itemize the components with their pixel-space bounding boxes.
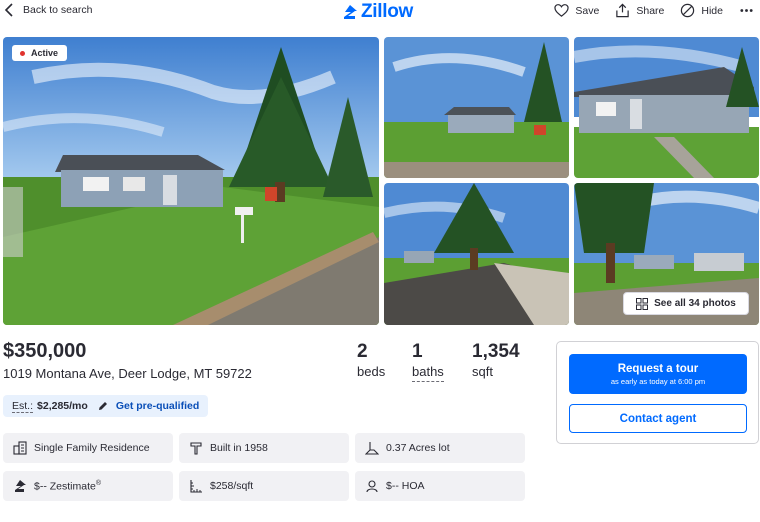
logo-text: Zillow (361, 1, 414, 22)
save-button[interactable]: Save (554, 3, 599, 18)
fact-lot-size-text: 0.37 Acres lot (386, 442, 450, 454)
request-tour-button[interactable]: Request a tour as early as today at 6:00… (569, 354, 747, 394)
fact-lot-size: 0.37 Acres lot (355, 433, 525, 463)
hoa-icon (366, 480, 378, 493)
ruler-icon (190, 480, 202, 493)
hammer-icon (190, 442, 202, 455)
fact-home-type-text: Single Family Residence (34, 442, 150, 454)
fact-year-built: Built in 1958 (179, 433, 349, 463)
house-photo-main (3, 37, 379, 325)
zestimate-value: $-- Zestimate (34, 480, 96, 493)
house-photo-2 (574, 37, 759, 178)
grid-icon (636, 297, 649, 310)
status-badge: Active (12, 45, 68, 61)
fact-home-type: Single Family Residence (3, 433, 173, 463)
sqft-value: 1,354 (472, 341, 520, 362)
registered-mark: ® (95, 479, 102, 487)
baths-label[interactable]: baths (412, 363, 444, 382)
more-button[interactable] (739, 3, 754, 18)
hide-button[interactable]: Hide (680, 3, 723, 18)
sqft-label: sqft (472, 364, 493, 379)
fact-price-per-sqft: $258/sqft (179, 471, 349, 501)
listing-price: $350,000 (3, 340, 87, 362)
contact-agent-button[interactable]: Contact agent (569, 404, 747, 433)
house-photo-3 (384, 183, 569, 325)
hide-icon (681, 3, 695, 18)
share-icon (616, 3, 630, 18)
heart-icon (554, 4, 570, 17)
status-dot-icon (20, 50, 25, 56)
photo-thumbnail-1[interactable] (384, 37, 569, 178)
estimated-payment[interactable]: Est.: $2,285/mo Get pre-qualified (3, 395, 209, 417)
est-label[interactable]: Est.: (12, 400, 34, 413)
share-label: Share (636, 4, 665, 17)
top-bar: Back to search Zillow Save Share Hide (0, 0, 760, 24)
fact-hoa: $-- HOA (355, 471, 525, 501)
header-actions: Save Share Hide (554, 3, 754, 18)
zillow-z-icon (344, 5, 357, 19)
pencil-icon[interactable] (98, 401, 108, 411)
save-label: Save (575, 4, 600, 17)
back-label: Back to search (23, 4, 93, 16)
hide-label: Hide (701, 4, 723, 17)
est-payment-value: $2,285/mo (37, 400, 88, 412)
chevron-left-icon (4, 3, 13, 17)
contact-card: Request a tour as early as today at 6:00… (556, 341, 759, 444)
request-tour-label: Request a tour (617, 363, 699, 375)
zillow-logo[interactable]: Zillow (342, 1, 413, 23)
status-text: Active (31, 48, 59, 58)
beds-stat: 2 beds (357, 341, 385, 381)
share-button[interactable]: Share (615, 3, 664, 18)
house-photo-1 (384, 37, 569, 178)
beds-label: beds (357, 364, 386, 379)
building-icon (13, 441, 27, 455)
fact-zestimate-text: $-- Zestimate® (34, 480, 101, 493)
fact-year-built-text: Built in 1958 (210, 442, 268, 454)
photo-thumbnail-2[interactable] (574, 37, 759, 178)
zestimate-icon (15, 480, 26, 492)
get-prequalified-link[interactable]: Get pre-qualified (116, 400, 199, 412)
fact-zestimate: $-- Zestimate® (3, 471, 173, 501)
request-tour-sublabel: as early as today at 6:00 pm (610, 377, 706, 386)
fact-price-per-sqft-text: $258/sqft (210, 480, 254, 492)
see-all-label: See all 34 photos (654, 298, 736, 309)
beds-value: 2 (357, 341, 368, 362)
fact-hoa-text: $-- HOA (386, 480, 425, 492)
main-photo[interactable] (3, 37, 379, 325)
see-all-photos-button[interactable]: See all 34 photos (623, 292, 749, 315)
lot-size-icon (365, 442, 379, 455)
baths-value: 1 (412, 341, 423, 362)
more-dots-icon (740, 9, 753, 12)
back-to-search-link[interactable]: Back to search (4, 3, 92, 17)
sqft-stat: 1,354 sqft (472, 341, 520, 381)
baths-stat[interactable]: 1 baths (412, 341, 444, 382)
listing-address: 1019 Montana Ave, Deer Lodge, MT 59722 (3, 366, 252, 381)
photo-thumbnail-3[interactable] (384, 183, 569, 325)
